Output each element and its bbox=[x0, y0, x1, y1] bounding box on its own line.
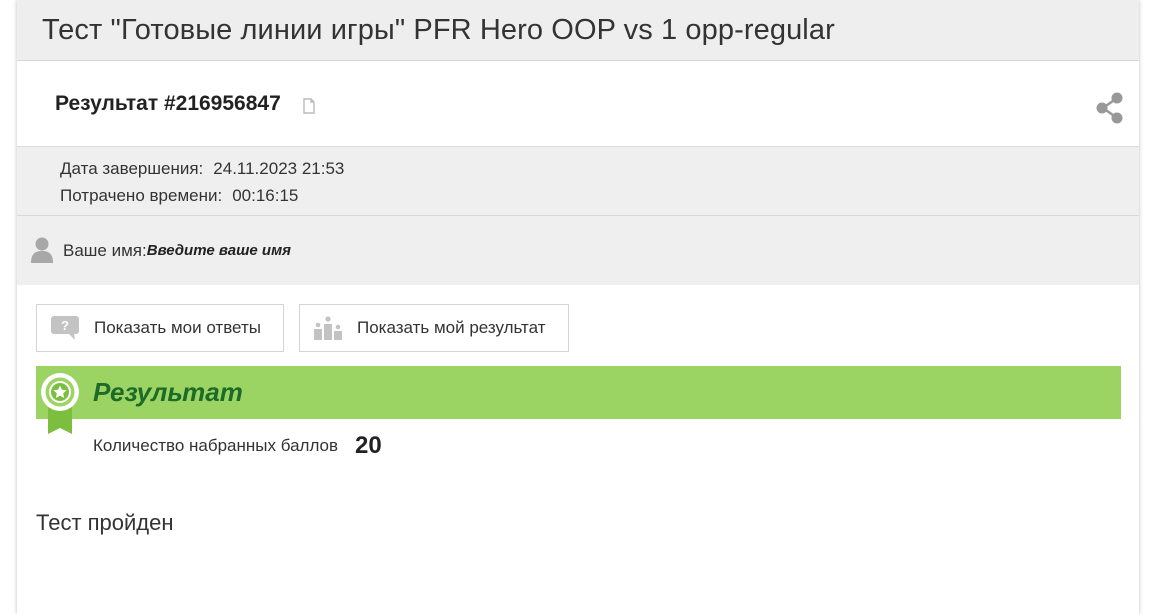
result-heading: Результат bbox=[93, 377, 243, 407]
time-spent-value: 00:16:15 bbox=[232, 186, 299, 205]
title-bar: Тест "Готовые линии игры" PFR Hero OOP v… bbox=[17, 0, 1139, 61]
finish-date-value: 24.11.2023 21:53 bbox=[213, 159, 345, 178]
result-meta: Дата завершения: 24.11.2023 21:53 Потраче… bbox=[17, 147, 1139, 216]
user-icon bbox=[31, 236, 53, 264]
user-name-row: Ваше имя: Введите ваше имя bbox=[17, 216, 1139, 285]
show-result-label: Показать мой результат bbox=[356, 318, 546, 337]
user-name-field[interactable]: Введите ваше имя bbox=[147, 242, 291, 259]
finish-date-label: Дата завершения: bbox=[60, 159, 204, 178]
result-id-title: Результат #216956847 bbox=[55, 91, 281, 115]
time-spent-row: Потрачено времени: 00:16:15 bbox=[60, 182, 1139, 209]
score-label: Количество набранных баллов bbox=[93, 436, 339, 455]
award-badge-icon bbox=[40, 373, 80, 435]
share-icon[interactable] bbox=[1095, 91, 1125, 125]
result-card: Тест "Готовые линии игры" PFR Hero OOP v… bbox=[17, 0, 1139, 614]
question-bubble-icon: ? bbox=[51, 316, 79, 340]
time-spent-label: Потрачено времени: bbox=[60, 186, 223, 205]
action-buttons: ? Показать мои ответы Показать мой резул… bbox=[36, 304, 584, 352]
show-answers-label: Показать мои ответы bbox=[94, 318, 261, 337]
podium-icon bbox=[313, 316, 342, 340]
test-status: Тест пройден bbox=[36, 510, 174, 535]
show-result-button[interactable]: Показать мой результат bbox=[298, 304, 569, 352]
page-title: Тест "Готовые линии игры" PFR Hero OOP v… bbox=[42, 13, 835, 46]
user-name-label: Ваше имя: bbox=[63, 240, 147, 260]
result-header: Результат #216956847 bbox=[17, 61, 1139, 147]
score-row: Количество набранных баллов 20 bbox=[93, 432, 382, 460]
show-answers-button[interactable]: ? Показать мои ответы bbox=[36, 304, 284, 352]
result-banner: Результат bbox=[36, 366, 1121, 434]
finish-date-row: Дата завершения: 24.11.2023 21:53 bbox=[60, 155, 1139, 182]
svg-text:?: ? bbox=[61, 318, 69, 333]
score-value: 20 bbox=[355, 432, 382, 459]
copy-icon[interactable] bbox=[301, 97, 317, 115]
